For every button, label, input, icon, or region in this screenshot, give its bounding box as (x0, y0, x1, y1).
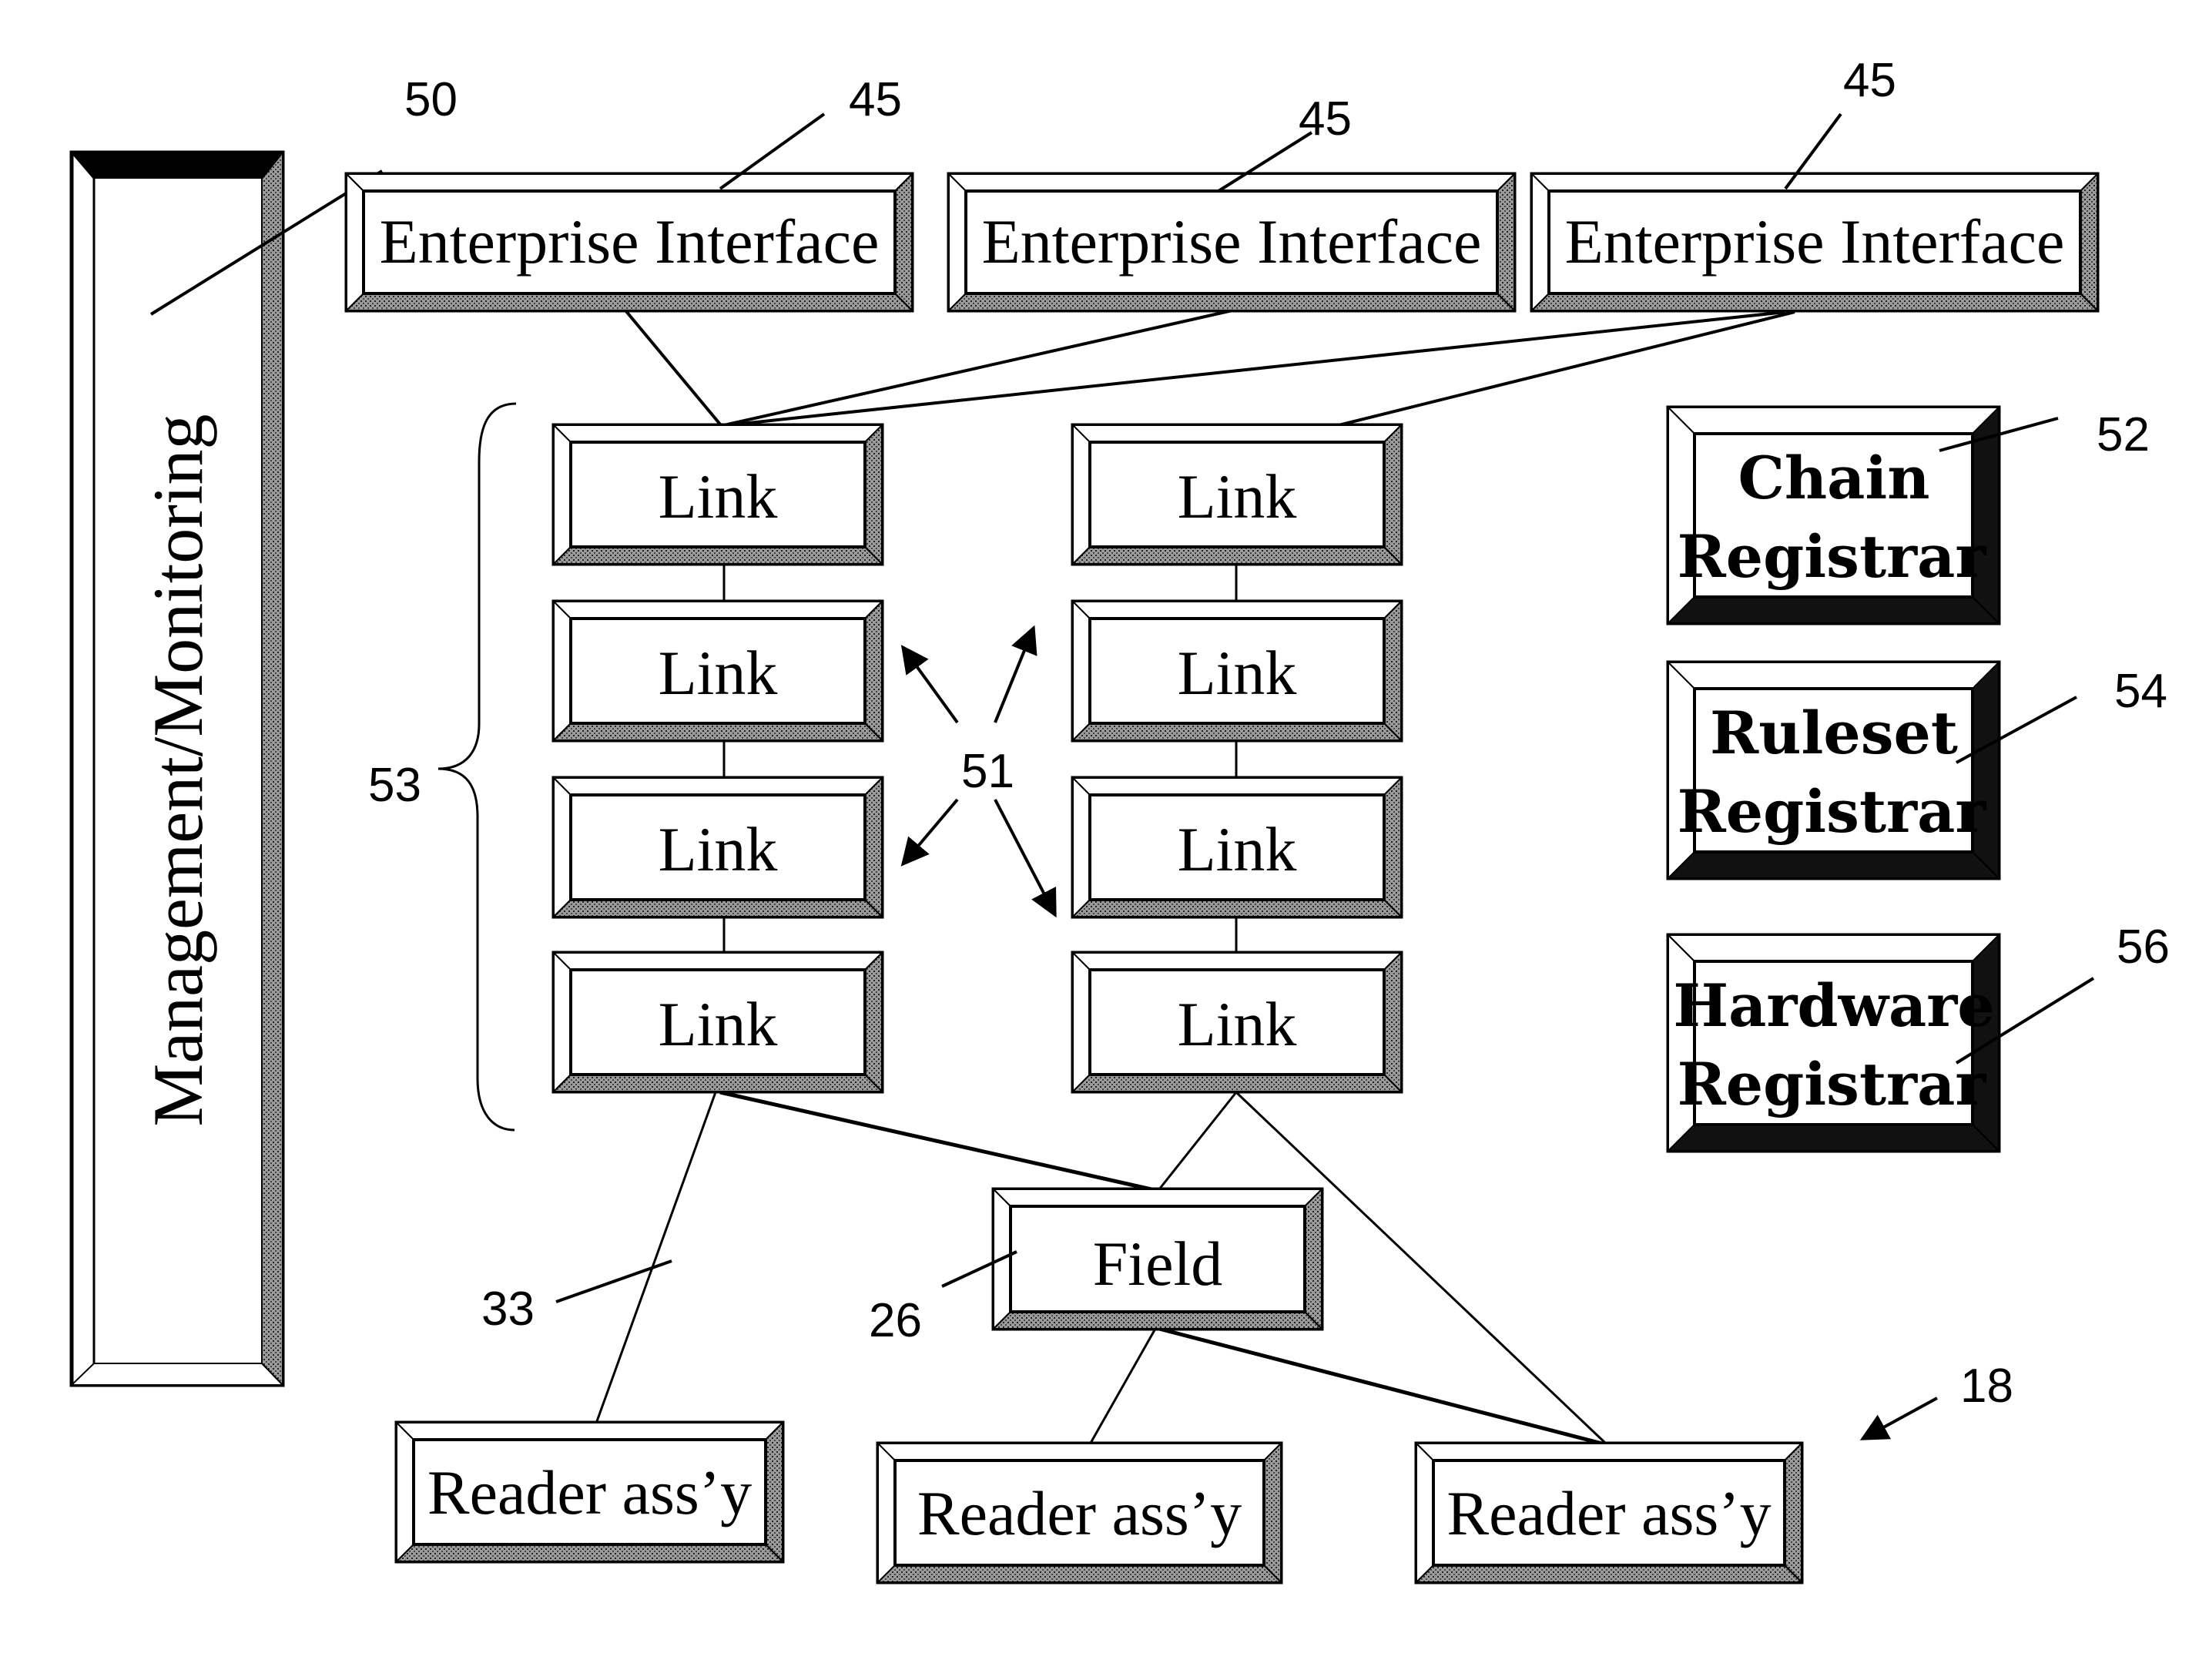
registrar-ref: 54 (2114, 665, 2167, 718)
link-col1-row3[interactable]: Link (551, 776, 884, 919)
reader-assembly-1[interactable]: Reader ass’y (394, 1420, 785, 1564)
registrar-line1: Hardware (1673, 971, 1994, 1040)
link-col1-row1[interactable]: Link (551, 423, 884, 566)
links-arrow-3 (900, 798, 959, 867)
enterprise-interface-ref: 45 (849, 73, 902, 126)
enterprise-interface-ref: 45 (1843, 54, 1896, 107)
links-ref: 51 (961, 745, 1014, 798)
connector-link2-field (1158, 1091, 1238, 1190)
field-box[interactable]: Field (991, 1187, 1324, 1331)
chain-ref: 53 (368, 759, 421, 812)
link-label: Link (659, 989, 778, 1059)
registrar-ref: 52 (2097, 408, 2150, 461)
management-ref: 50 (404, 73, 458, 126)
link-col1-row4[interactable]: Link (551, 951, 884, 1094)
links-arrow-2 (994, 625, 1037, 723)
link-col2-row4[interactable]: Link (1071, 951, 1403, 1094)
registrar-ruleset[interactable]: Ruleset Registrar (1666, 660, 2001, 880)
connection-leader (555, 1259, 672, 1303)
reader-assembly-2[interactable]: Reader ass’y (876, 1441, 1283, 1584)
enterprise-interface-label: Enterprise Interface (982, 206, 1482, 277)
registrar-chain[interactable]: Chain Registrar (1666, 405, 2001, 625)
connector-field-reader3 (1158, 1326, 1603, 1446)
enterprise-interface-label: Enterprise Interface (380, 206, 880, 277)
registrar-line2: Registrar (1678, 522, 1987, 591)
field-label: Field (1093, 1229, 1223, 1299)
registrar-line2: Registrar (1678, 777, 1987, 846)
field-ref: 26 (869, 1294, 922, 1347)
connector-ei1-link1 (624, 309, 722, 427)
link-label: Link (1178, 461, 1297, 531)
figure-ref: 18 (1960, 1360, 2013, 1413)
registrar-hardware[interactable]: Hardware Registrar (1666, 933, 2001, 1153)
link-label: Link (659, 638, 778, 708)
reader-label: Reader ass’y (1446, 1478, 1771, 1548)
reader-label: Reader ass’y (427, 1457, 752, 1527)
connector-link-field (719, 1090, 1152, 1192)
enterprise-interface-label: Enterprise Interface (1565, 206, 2065, 277)
connector-ei2-link1 (723, 309, 1233, 427)
registrar-line2: Registrar (1678, 1050, 1987, 1118)
registrar-line1: Ruleset (1710, 699, 1958, 767)
reader-assembly-3[interactable]: Reader ass’y (1414, 1441, 1804, 1584)
connector-ei3-link1 (727, 310, 1786, 427)
link-col2-row2[interactable]: Link (1071, 599, 1403, 743)
connection-ref: 33 (481, 1283, 535, 1336)
link-label: Link (1178, 638, 1297, 708)
management-monitoring-box[interactable]: Management/Monitoring (69, 150, 285, 1387)
enterprise-interface-2[interactable]: Enterprise Interface (947, 172, 1517, 313)
architecture-diagram: Management/Monitoring 50 Enterprise Inte… (69, 54, 2170, 1584)
links-arrow-4 (994, 799, 1057, 918)
management-label: Management/Monitoring (139, 414, 217, 1127)
link-col2-row1[interactable]: Link (1071, 423, 1403, 566)
figure-ref-arrow (1859, 1397, 1938, 1440)
enterprise-interface-ref: 45 (1299, 92, 1352, 146)
link-col1-row2[interactable]: Link (551, 599, 884, 743)
links-arrow-1 (900, 645, 959, 724)
registrar-line1: Chain (1738, 444, 1929, 512)
link-label: Link (1178, 989, 1297, 1059)
link-col2-row3[interactable]: Link (1071, 776, 1403, 919)
reader-label: Reader ass’y (917, 1478, 1242, 1548)
link-label: Link (1178, 814, 1297, 884)
registrar-ref: 56 (2117, 920, 2170, 974)
chain-bracket (437, 402, 517, 1132)
enterprise-interface-3[interactable]: Enterprise Interface (1530, 172, 2100, 313)
link-label: Link (659, 814, 778, 884)
enterprise-interface-1[interactable]: Enterprise Interface (344, 172, 914, 313)
link-label: Link (659, 461, 778, 531)
